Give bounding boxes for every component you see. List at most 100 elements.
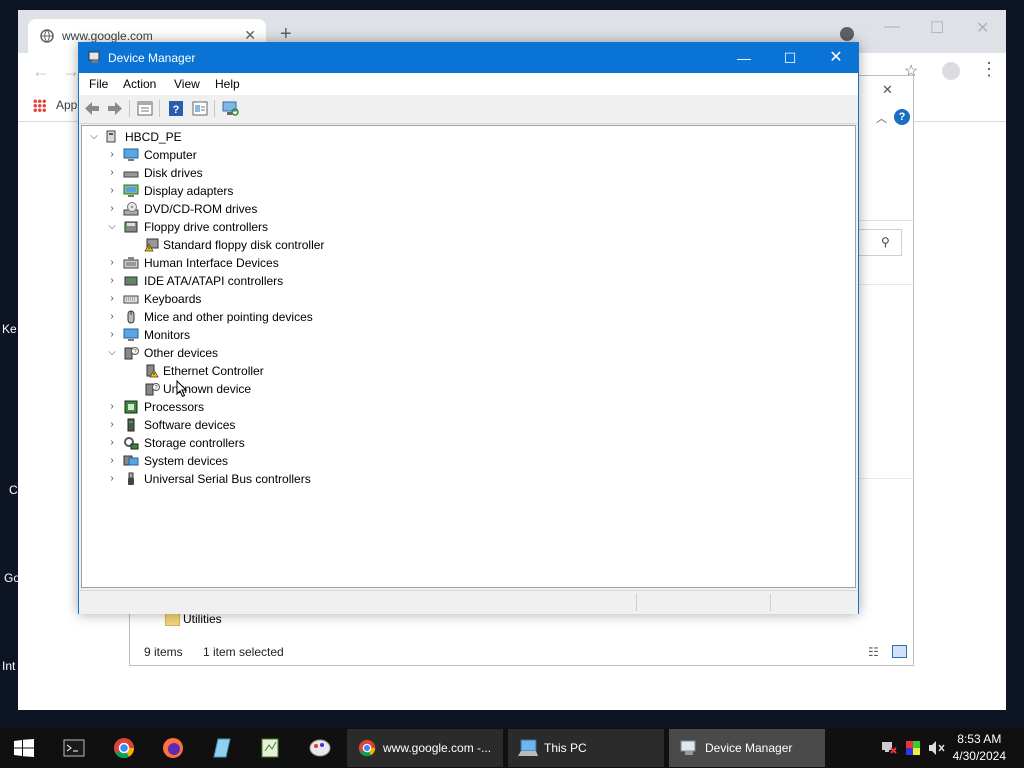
search-box[interactable]: ⚲ bbox=[858, 229, 902, 256]
tree-item[interactable]: › Display adapters bbox=[106, 182, 406, 200]
toolbar: ? bbox=[79, 95, 858, 124]
maximize-icon[interactable]: ☐ bbox=[767, 43, 813, 73]
update-driver-icon[interactable] bbox=[191, 100, 209, 117]
tree-root[interactable]: ⌵ HBCD_PE bbox=[88, 128, 288, 146]
chrome-icon bbox=[358, 739, 376, 757]
minimize-icon[interactable]: — bbox=[884, 18, 900, 36]
maximize-icon[interactable]: ☐ bbox=[930, 18, 944, 38]
chevron-right-icon[interactable]: › bbox=[106, 182, 118, 200]
forward-icon[interactable] bbox=[106, 100, 124, 117]
firefox-icon[interactable] bbox=[162, 737, 184, 759]
volume-muted-icon[interactable] bbox=[928, 740, 946, 756]
chevron-right-icon[interactable]: › bbox=[106, 164, 118, 182]
unknown-device-icon: ? bbox=[145, 383, 160, 396]
hid-icon bbox=[123, 257, 139, 269]
notes-icon[interactable] bbox=[210, 737, 232, 759]
chrome-icon[interactable] bbox=[113, 737, 135, 759]
network-icon[interactable] bbox=[881, 741, 897, 755]
taskbar-this-pc-window[interactable]: This PC bbox=[508, 729, 664, 767]
tiles-view-icon[interactable] bbox=[892, 645, 907, 658]
display-icon bbox=[123, 184, 139, 197]
notepad-icon[interactable] bbox=[259, 737, 281, 759]
chevron-right-icon[interactable]: › bbox=[106, 470, 118, 488]
taskbar-device-manager-window[interactable]: Device Manager bbox=[669, 729, 825, 767]
menu-icon[interactable]: ⋮ bbox=[980, 59, 998, 80]
tree-item-label: Ethernet Controller bbox=[163, 364, 264, 378]
root-label: HBCD_PE bbox=[125, 130, 182, 144]
scan-hardware-icon[interactable] bbox=[221, 100, 239, 117]
tree-child-item[interactable]: Ethernet Controller bbox=[124, 362, 424, 380]
tree-item-label: Other devices bbox=[144, 346, 219, 360]
tree-item[interactable]: › Mice and other pointing devices bbox=[106, 308, 406, 326]
taskbar: www.google.com -... This PC Device Manag… bbox=[0, 728, 1024, 768]
tree-item[interactable]: › Keyboards bbox=[106, 290, 406, 308]
tree-item[interactable]: › System devices bbox=[106, 452, 406, 470]
tree-item[interactable]: › Processors bbox=[106, 398, 406, 416]
profile-icon[interactable] bbox=[942, 62, 960, 80]
tree-item[interactable]: › Software devices bbox=[106, 416, 406, 434]
apps-icon[interactable] bbox=[33, 99, 46, 112]
help-icon[interactable]: ? bbox=[167, 100, 185, 117]
tree-item[interactable]: › Disk drives bbox=[106, 164, 406, 182]
status-divider bbox=[770, 594, 771, 611]
tree-item[interactable]: › Human Interface Devices bbox=[106, 254, 406, 272]
chevron-right-icon[interactable]: › bbox=[106, 416, 118, 434]
folder-label[interactable]: Utilities bbox=[183, 612, 222, 626]
chevron-right-icon[interactable]: › bbox=[106, 146, 118, 164]
color-icon[interactable] bbox=[905, 740, 921, 756]
chevron-right-icon[interactable]: › bbox=[106, 254, 118, 272]
tree-item[interactable]: › DVD/CD-ROM drives bbox=[106, 200, 406, 218]
tree-item[interactable]: › Storage controllers bbox=[106, 434, 406, 452]
tree-item-label: Display adapters bbox=[144, 184, 234, 198]
menu-view[interactable]: View bbox=[174, 77, 200, 91]
close-icon[interactable]: ✕ bbox=[813, 43, 859, 73]
dvd-icon bbox=[123, 202, 139, 216]
tree-item[interactable]: › Monitors bbox=[106, 326, 406, 344]
chevron-down-icon[interactable]: ⌵ bbox=[106, 344, 118, 362]
chevron-right-icon[interactable]: › bbox=[106, 272, 118, 290]
menu-action[interactable]: Action bbox=[123, 77, 156, 91]
tab-search-icon[interactable] bbox=[840, 27, 854, 41]
minimize-icon[interactable]: — bbox=[721, 43, 767, 73]
clock[interactable]: 8:53 AM 4/30/2024 bbox=[953, 732, 1006, 763]
properties-icon[interactable] bbox=[136, 100, 154, 117]
chevron-up-icon[interactable]: ︿ bbox=[876, 110, 887, 126]
back-icon[interactable]: ← bbox=[32, 61, 50, 82]
start-icon[interactable] bbox=[14, 739, 34, 757]
tree-child-item[interactable]: Standard floppy disk controller bbox=[124, 236, 424, 254]
title-bar[interactable]: Device Manager — ☐ ✕ bbox=[79, 43, 858, 73]
mouse-cursor-icon bbox=[176, 380, 188, 398]
tree-child-item[interactable]: ? Unknown device bbox=[124, 380, 424, 398]
menu-file[interactable]: File bbox=[89, 77, 108, 91]
tree-item[interactable]: › IDE ATA/ATAPI controllers bbox=[106, 272, 406, 290]
tree-item-label: Floppy drive controllers bbox=[144, 220, 269, 234]
menu-help[interactable]: Help bbox=[215, 77, 240, 91]
tree-item[interactable]: ⌵ Floppy drive controllers bbox=[106, 218, 406, 236]
help-icon[interactable]: ? bbox=[894, 109, 910, 125]
tree-item-label: Monitors bbox=[144, 328, 191, 342]
terminal-icon[interactable] bbox=[63, 738, 85, 758]
chevron-right-icon[interactable]: › bbox=[106, 326, 118, 344]
search-icon: ⚲ bbox=[881, 235, 890, 249]
details-view-icon[interactable]: ☷ bbox=[868, 645, 879, 659]
close-icon[interactable]: ✕ bbox=[882, 82, 893, 98]
chevron-right-icon[interactable]: › bbox=[106, 200, 118, 218]
chevron-right-icon[interactable]: › bbox=[106, 398, 118, 416]
mouse-icon bbox=[127, 310, 135, 324]
back-icon[interactable] bbox=[83, 100, 101, 117]
chevron-right-icon[interactable]: › bbox=[106, 308, 118, 326]
new-tab-icon[interactable]: + bbox=[280, 24, 292, 44]
tree-item[interactable]: › Universal Serial Bus controllers bbox=[106, 470, 406, 488]
taskbar-app-label: This PC bbox=[544, 741, 587, 755]
chevron-right-icon[interactable]: › bbox=[106, 434, 118, 452]
chevron-right-icon[interactable]: › bbox=[106, 452, 118, 470]
warning-device-icon bbox=[144, 238, 159, 252]
close-icon[interactable]: ✕ bbox=[976, 18, 989, 38]
taskbar-chrome-window[interactable]: www.google.com -... bbox=[347, 729, 503, 767]
tree-item[interactable]: › Computer bbox=[106, 146, 406, 164]
chevron-down-icon[interactable]: ⌵ bbox=[106, 218, 118, 236]
tree-item[interactable]: ⌵ ? Other devices bbox=[106, 344, 406, 362]
paint-icon[interactable] bbox=[308, 737, 332, 759]
chevron-right-icon[interactable]: › bbox=[106, 290, 118, 308]
chevron-down-icon[interactable]: ⌵ bbox=[88, 128, 100, 146]
